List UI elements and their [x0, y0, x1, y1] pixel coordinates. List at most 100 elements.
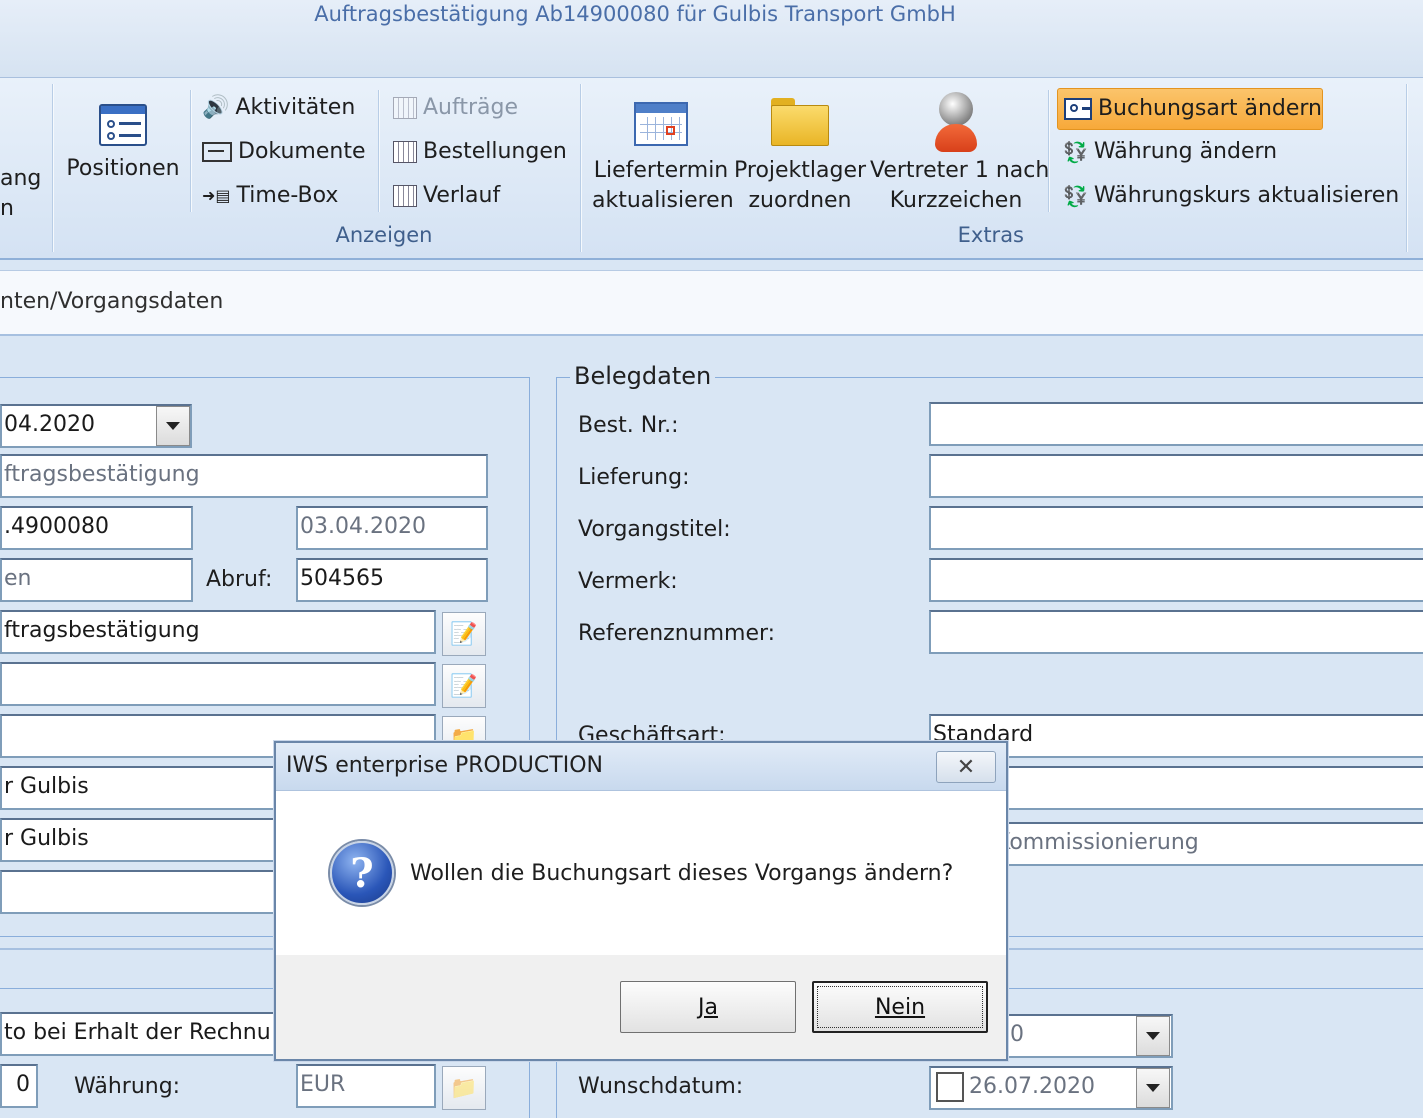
abruf-label: Abruf: — [206, 567, 273, 592]
verlauf-button[interactable]: Verlauf — [393, 181, 500, 211]
aktivitaeten-label: Aktivitäten — [235, 95, 356, 120]
yes-label: Ja — [698, 994, 718, 1020]
question-mark: ? — [350, 849, 374, 897]
person-icon — [933, 92, 979, 154]
chevron-down-icon — [1146, 1084, 1160, 1092]
chevron-down-icon — [1146, 1032, 1160, 1040]
ribbon-partial-left-line1[interactable]: ang — [0, 164, 41, 194]
wunschdatum-label: Wunschdatum: — [578, 1074, 744, 1099]
positionen-label: Positionen — [66, 156, 180, 181]
vertreter-button[interactable]: Vertreter 1 nach Kurzzeichen — [870, 92, 1050, 216]
waehrung-aendern-button[interactable]: 💱 Währung ändern — [1063, 137, 1277, 167]
liefertermin-button[interactable]: Liefertermin aktualisieren — [592, 98, 734, 216]
timebox-label: Time-Box — [236, 183, 339, 208]
verlauf-label: Verlauf — [423, 183, 501, 208]
projektlager-label-1: Projektlager — [734, 158, 867, 183]
dialog-message: Wollen die Buchungsart dieses Vorgangs ä… — [410, 861, 954, 886]
vorgangstitel-label: Vorgangstitel: — [578, 517, 731, 542]
best-nr-field[interactable] — [929, 402, 1423, 446]
vertreter-label-2: Kurzzeichen — [889, 188, 1023, 213]
ribbon-separator — [190, 90, 191, 212]
dialog-title: IWS enterprise PRODUCTION — [286, 753, 603, 778]
dokumente-button[interactable]: Dokumente — [202, 137, 365, 167]
dokumente-label: Dokumente — [238, 139, 366, 164]
date1-dropdown-button[interactable] — [1136, 1016, 1170, 1056]
folder-icon: 📁 — [450, 1075, 478, 1101]
waehrung-aendern-label: Währung ändern — [1093, 139, 1278, 164]
vermerk-field[interactable] — [929, 558, 1423, 602]
buchungsart-aendern-button[interactable]: Buchungsart ändern — [1057, 88, 1323, 130]
currency-icon: 💱 — [1063, 140, 1088, 164]
calendar-icon — [634, 102, 688, 146]
bestellungen-label: Bestellungen — [423, 139, 567, 164]
number-date-field[interactable]: 03.04.2020 — [296, 506, 488, 550]
wunschdatum-value: 26.07.2020 — [969, 1074, 1095, 1099]
projektlager-label-2: zuordnen — [748, 188, 852, 213]
date-dropdown-button[interactable] — [156, 406, 190, 446]
payment-value: to bei Erhalt der Rechnu — [4, 1020, 271, 1045]
currency-icon: 💱 — [1063, 184, 1088, 208]
folder-icon — [771, 98, 829, 146]
amount-field[interactable]: 0 — [0, 1064, 38, 1108]
grid-icon — [393, 185, 417, 207]
vermerk-label: Vermerk: — [578, 569, 678, 594]
positionen-icon — [99, 104, 147, 146]
booking-icon — [1064, 98, 1092, 120]
contact2-value: r Gulbis — [4, 826, 89, 851]
grid-icon — [393, 141, 417, 163]
vorgangstitel-field[interactable] — [929, 506, 1423, 550]
wunschdatum-dropdown-button[interactable] — [1136, 1068, 1170, 1108]
auftraege-button[interactable]: Aufträge — [393, 93, 518, 123]
text1-value: ftragsbestätigung — [4, 618, 200, 643]
liefertermin-label-2: aktualisieren — [592, 188, 734, 213]
contact1-value: r Gulbis — [4, 774, 89, 799]
text2-field[interactable] — [0, 662, 436, 706]
document-card-icon — [202, 142, 232, 162]
wunschdatum-checkbox[interactable] — [936, 1072, 964, 1102]
bestellungen-button[interactable]: Bestellungen — [393, 137, 567, 167]
status-field[interactable]: en — [0, 558, 193, 602]
type-field[interactable]: ftragsbestätigung — [0, 454, 488, 498]
timebox-icon: ➜▤ — [202, 186, 231, 205]
timebox-button[interactable]: ➜▤ Time-Box — [202, 181, 338, 211]
positionen-button[interactable]: Positionen — [62, 98, 184, 184]
vertreter-label-1: Vertreter 1 nach — [870, 158, 1050, 183]
waehrungskurs-button[interactable]: 💱 Währungskurs aktualisieren — [1063, 181, 1399, 211]
referenznummer-field[interactable] — [929, 610, 1423, 654]
grid-icon — [393, 97, 417, 119]
aktivitaeten-button[interactable]: 🔊 Aktivitäten — [202, 93, 355, 123]
auftraege-label: Aufträge — [423, 95, 519, 120]
confirm-dialog: IWS enterprise PRODUCTION ✕ ? Wollen die… — [274, 741, 1008, 1061]
question-icon: ? — [330, 841, 394, 905]
chevron-down-icon — [166, 422, 180, 430]
type-value: ftragsbestätigung — [4, 462, 200, 487]
ribbon-partial-left-line2[interactable]: n — [0, 194, 14, 224]
buchungsart-aendern-label: Buchungsart ändern — [1097, 96, 1322, 121]
anzeigen-group-label: Anzeigen — [335, 223, 433, 247]
abruf-field[interactable]: 504565 — [296, 558, 488, 602]
dialog-titlebar: IWS enterprise PRODUCTION — [276, 743, 1006, 791]
text1-field[interactable]: ftragsbestätigung — [0, 610, 436, 654]
waehrungskurs-label: Währungskurs aktualisieren — [1093, 183, 1400, 208]
edit-text2-button[interactable]: 📝 — [442, 664, 486, 708]
edit-text1-button[interactable]: 📝 — [442, 612, 486, 656]
date-value: 04.2020 — [4, 412, 95, 437]
waehrung-lookup-button[interactable]: 📁 — [442, 1066, 486, 1110]
number-field[interactable]: .4900080 — [0, 506, 193, 550]
waehrung-value: EUR — [300, 1072, 346, 1097]
ribbon-separator — [580, 84, 581, 252]
waehrung-field[interactable]: EUR — [296, 1064, 436, 1108]
lieferung-field[interactable] — [929, 454, 1423, 498]
abruf-value: 504565 — [300, 566, 384, 591]
folder-edit-icon: 📝 — [450, 673, 478, 699]
dialog-close-button[interactable]: ✕ — [936, 751, 996, 783]
ribbon-separator — [52, 84, 53, 252]
yes-button[interactable]: Ja — [620, 981, 796, 1033]
number-value: .4900080 — [4, 514, 109, 539]
amount-value: 0 — [16, 1072, 30, 1097]
best-nr-label: Best. Nr.: — [578, 413, 679, 438]
no-button[interactable]: Nein — [812, 981, 988, 1033]
section-header-text[interactable]: nten/Vorgangsdaten — [0, 289, 223, 314]
referenznummer-label: Referenznummer: — [578, 621, 776, 646]
projektlager-button[interactable]: Projektlager zuordnen — [734, 98, 866, 216]
